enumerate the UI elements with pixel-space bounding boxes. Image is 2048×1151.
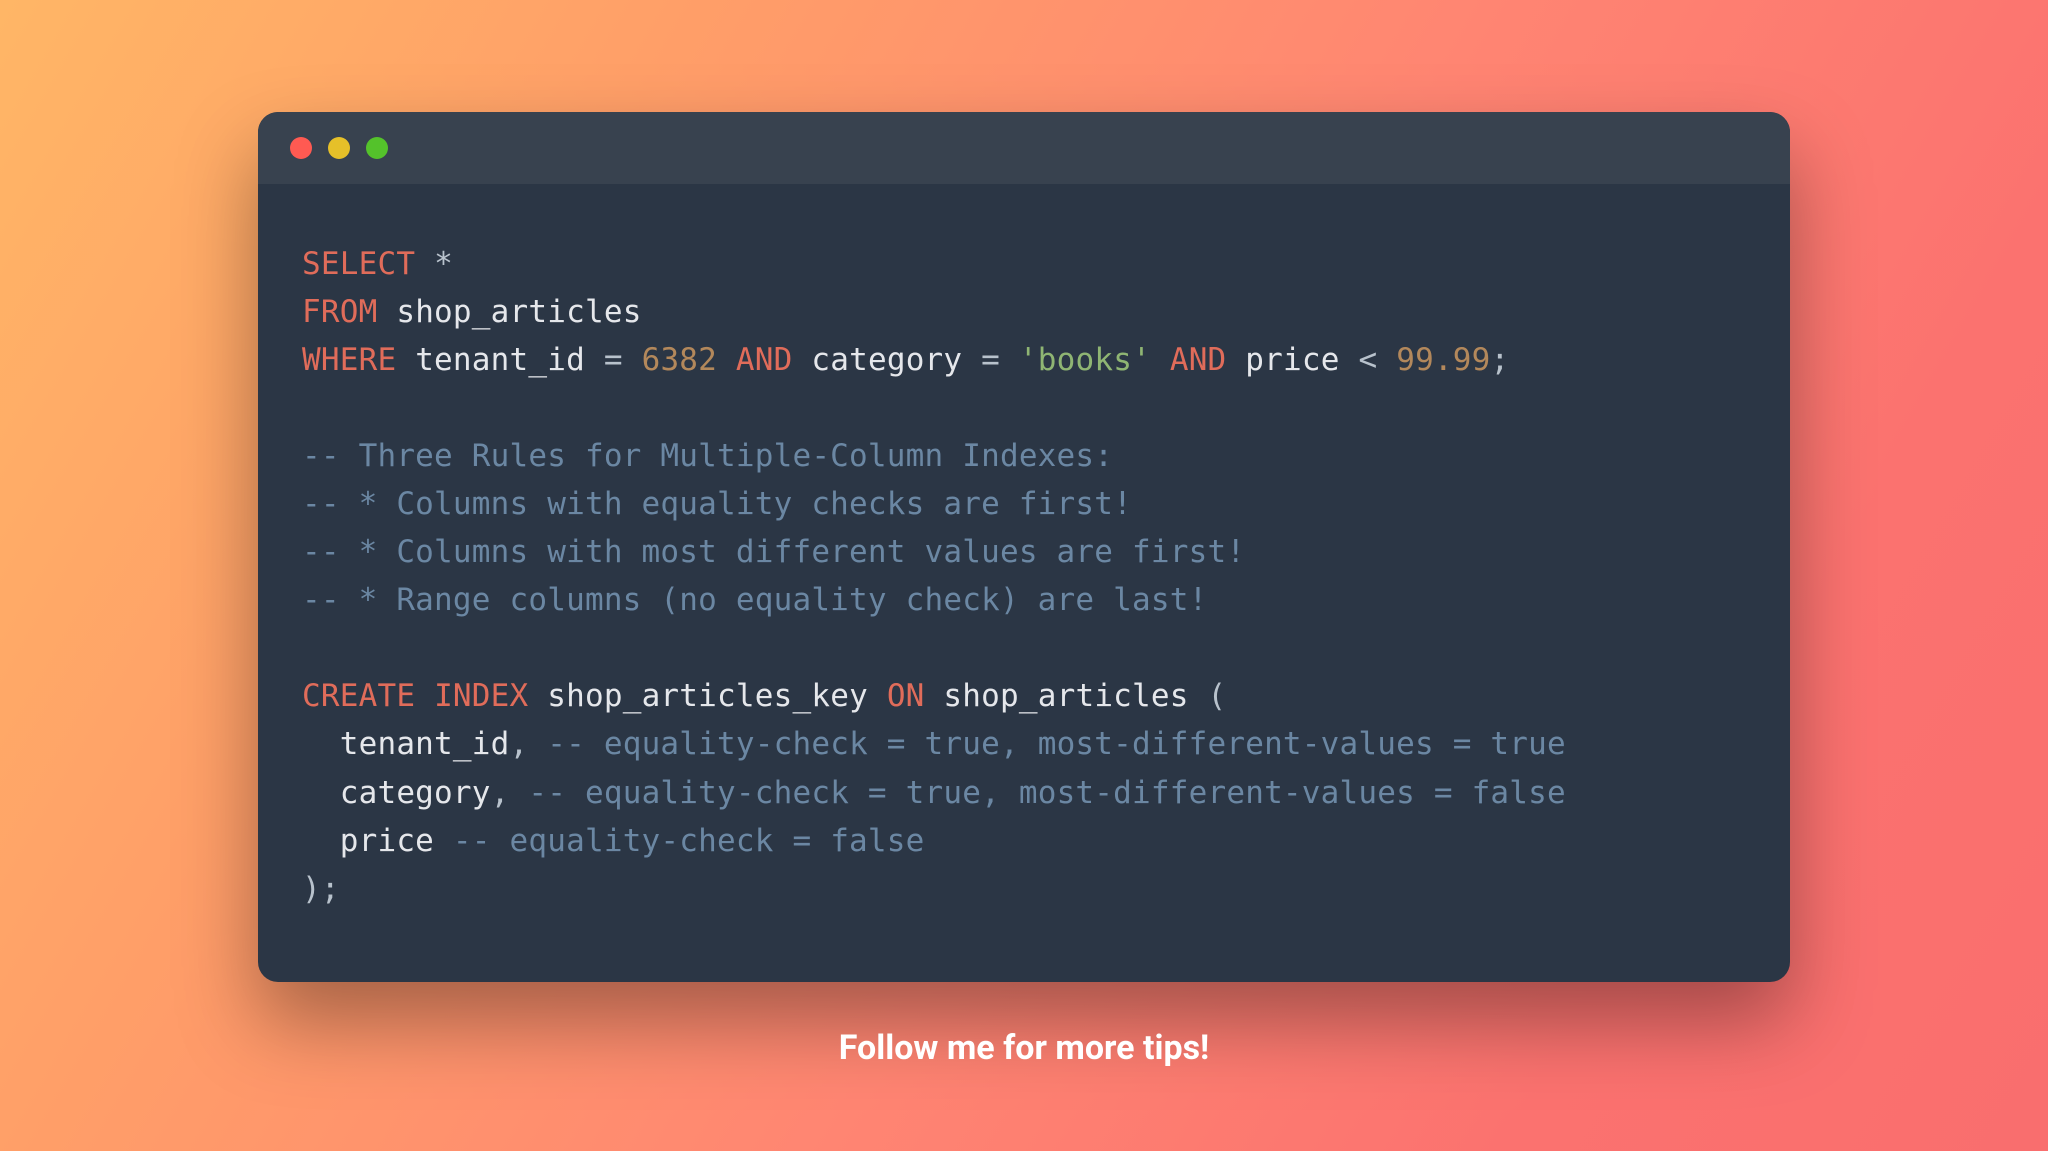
code-token-plain (623, 342, 642, 378)
code-token-keyword: SELECT (302, 246, 415, 282)
code-token-punct: = (981, 342, 1000, 378)
code-token-keyword: FROM (302, 294, 377, 330)
close-icon[interactable] (290, 137, 312, 159)
code-token-punct: = (604, 342, 623, 378)
code-token-plain (528, 726, 547, 762)
code-token-plain (1377, 342, 1396, 378)
code-token-comment: -- equality-check = true, most-different… (528, 775, 1566, 811)
code-token-keyword: ON (887, 678, 925, 714)
code-block: SELECT * FROM shop_articles WHERE tenant… (258, 184, 1790, 913)
code-token-punct: , (510, 726, 529, 762)
code-token-keyword: AND (736, 342, 793, 378)
code-token-plain: category (793, 342, 982, 378)
code-window: SELECT * FROM shop_articles WHERE tenant… (258, 112, 1790, 982)
code-token-keyword: AND (1170, 342, 1227, 378)
code-token-keyword: INDEX (434, 678, 528, 714)
window-titlebar (258, 112, 1790, 184)
code-token-comment: -- equality-check = true, most-different… (547, 726, 1566, 762)
code-token-plain: tenant_id (302, 726, 510, 762)
code-token-plain: shop_articles (925, 678, 1208, 714)
code-token-comment: -- Three Rules for Multiple-Column Index… (302, 438, 1113, 474)
code-token-plain (510, 775, 529, 811)
code-token-punct: ) (302, 871, 321, 907)
code-token-punct: ( (1208, 678, 1227, 714)
code-token-keyword: CREATE (302, 678, 415, 714)
code-token-plain (1151, 342, 1170, 378)
zoom-icon[interactable] (366, 137, 388, 159)
code-token-punct: * (434, 246, 453, 282)
code-token-plain (717, 342, 736, 378)
code-token-comment: -- * Columns with equality checks are fi… (302, 486, 1132, 522)
code-token-plain (415, 678, 434, 714)
code-token-punct: , (491, 775, 510, 811)
code-token-punct: ; (1491, 342, 1510, 378)
code-token-number: 99.99 (1396, 342, 1490, 378)
code-token-plain: price (302, 823, 453, 859)
code-token-plain (1000, 342, 1019, 378)
code-token-plain: shop_articles (377, 294, 641, 330)
code-token-punct: < (1358, 342, 1377, 378)
code-token-keyword: WHERE (302, 342, 396, 378)
code-token-comment: -- * Columns with most different values … (302, 534, 1245, 570)
minimize-icon[interactable] (328, 137, 350, 159)
code-token-plain (415, 246, 434, 282)
code-token-comment: -- * Range columns (no equality check) a… (302, 582, 1207, 618)
code-token-plain: category (302, 775, 491, 811)
background: SELECT * FROM shop_articles WHERE tenant… (0, 0, 2048, 1151)
code-token-string: 'books' (1019, 342, 1151, 378)
footer-text: Follow me for more tips! (0, 1028, 2048, 1068)
code-token-number: 6382 (642, 342, 717, 378)
code-token-plain: tenant_id (396, 342, 604, 378)
code-token-punct: ; (321, 871, 340, 907)
code-token-plain: price (1226, 342, 1358, 378)
code-token-plain: shop_articles_key (528, 678, 886, 714)
code-token-comment: -- equality-check = false (453, 823, 925, 859)
